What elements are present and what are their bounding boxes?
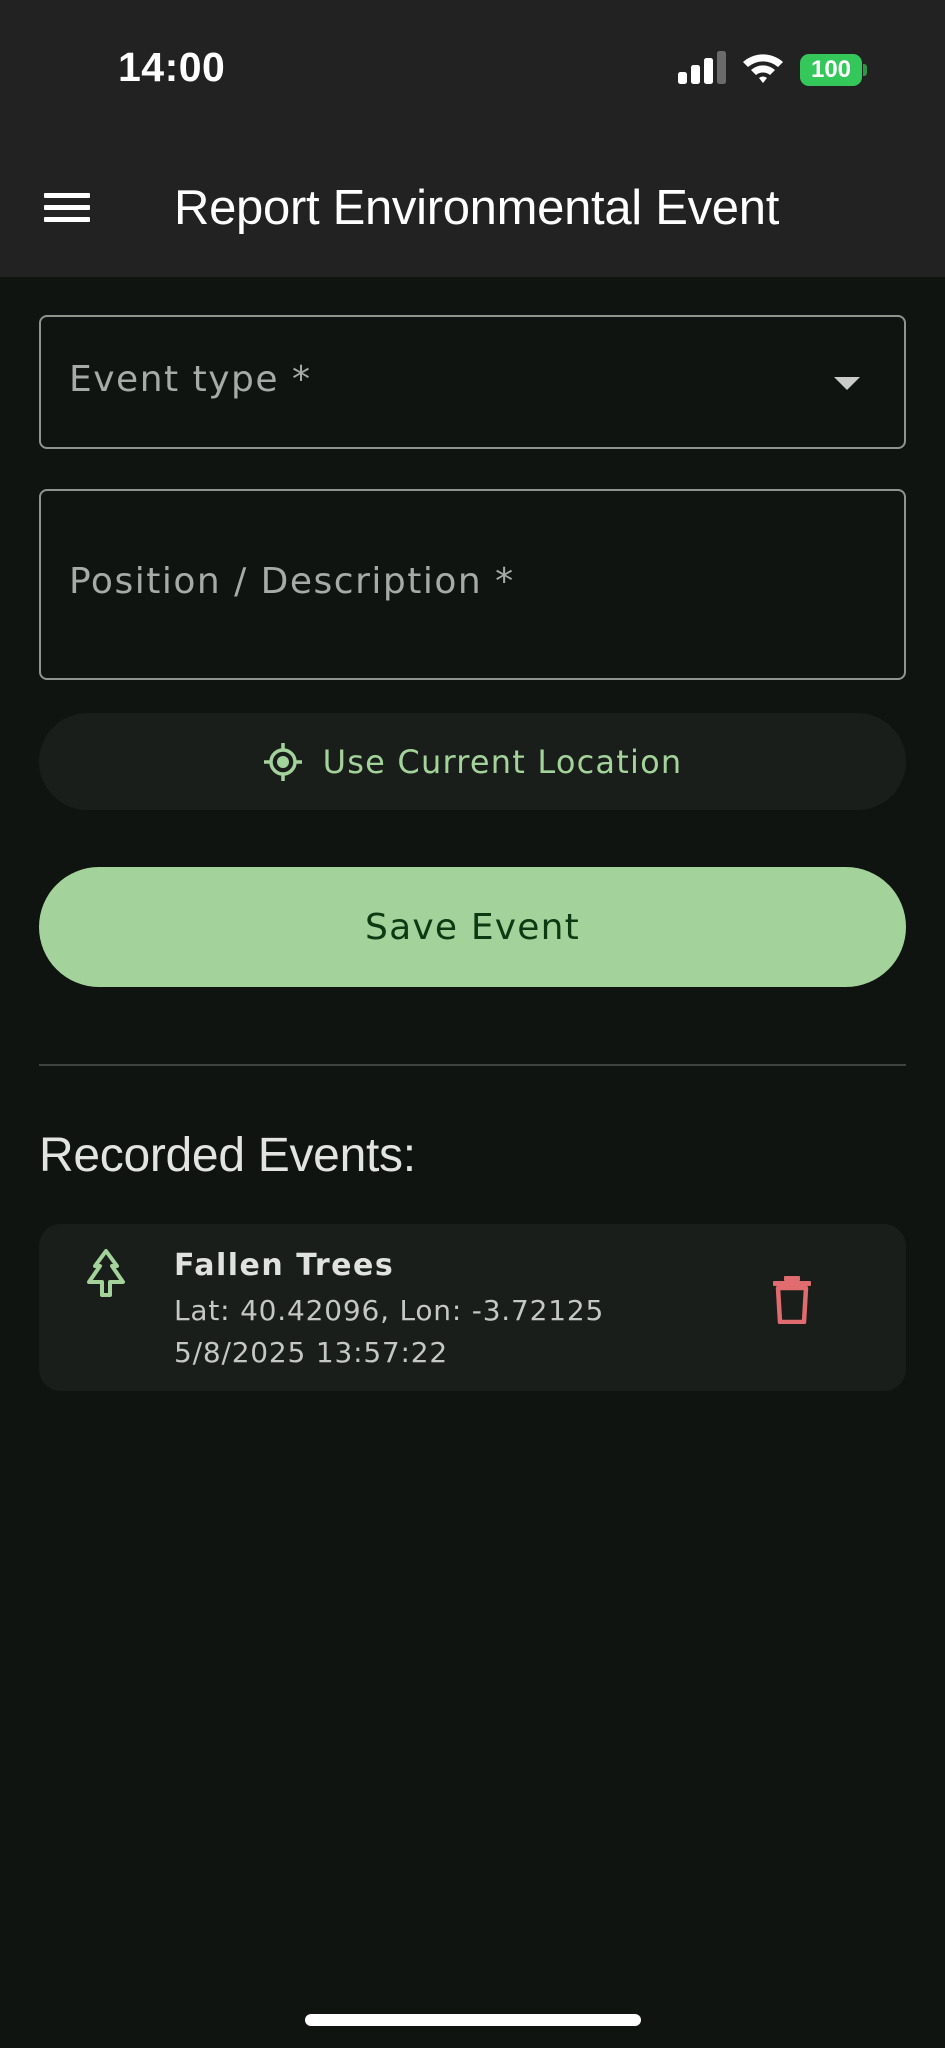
wifi-icon — [743, 54, 783, 83]
battery-cap — [863, 64, 867, 76]
status-time: 14:00 — [118, 44, 226, 90]
tree-icon — [87, 1249, 125, 1297]
top-bar: 14:00 100 Report Environmental Event — [0, 0, 945, 277]
save-event-button[interactable]: Save Event — [39, 867, 906, 987]
event-type-label: Event type * — [69, 359, 312, 400]
screen: 14:00 100 Report Environmental Event Eve… — [0, 0, 945, 2048]
dropdown-arrow-icon — [834, 377, 860, 390]
divider — [39, 1064, 906, 1066]
use-current-location-label: Use Current Location — [322, 742, 683, 781]
my-location-icon — [263, 742, 302, 781]
recorded-events-heading: Recorded Events: — [39, 1129, 416, 1182]
position-description-label: Position / Description * — [69, 561, 515, 602]
trash-icon[interactable] — [771, 1274, 813, 1324]
event-title: Fallen Trees — [174, 1248, 395, 1283]
battery-icon: 100 — [800, 54, 868, 86]
menu-icon[interactable] — [44, 190, 90, 226]
use-current-location-button[interactable]: Use Current Location — [39, 713, 906, 810]
event-timestamp: 5/8/2025 13:57:22 — [174, 1336, 449, 1369]
page-title: Report Environmental Event — [174, 181, 780, 235]
cellular-signal-icon — [678, 51, 726, 84]
event-type-select[interactable]: Event type * — [39, 315, 906, 449]
position-description-field[interactable]: Position / Description * — [39, 489, 906, 680]
save-event-label: Save Event — [365, 906, 580, 948]
event-list-item[interactable]: Fallen Trees Lat: 40.42096, Lon: -3.7212… — [39, 1224, 906, 1391]
battery-level: 100 — [800, 54, 862, 86]
home-indicator[interactable] — [305, 2014, 641, 2026]
event-coordinates: Lat: 40.42096, Lon: -3.72125 — [174, 1294, 605, 1327]
